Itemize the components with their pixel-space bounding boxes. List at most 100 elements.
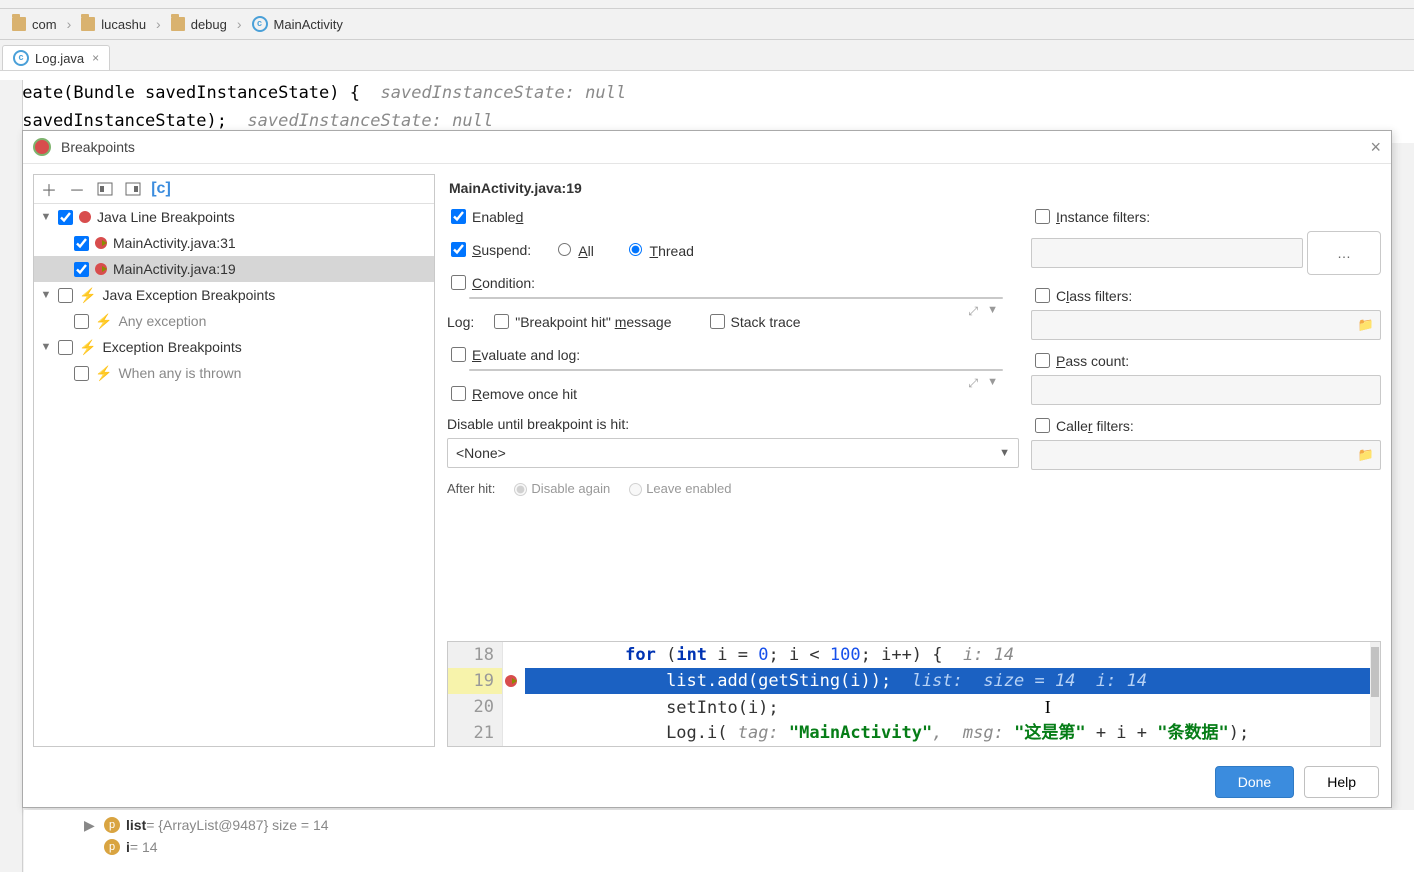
group-by-icon[interactable] — [124, 180, 142, 198]
evaluate-label: Evaluate and log: — [472, 347, 580, 363]
instance-filters-input[interactable] — [1031, 238, 1303, 268]
breakpoint-icon — [79, 211, 91, 223]
breadcrumb-item[interactable]: debug — [163, 9, 235, 39]
expand-icon[interactable]: ⤢ — [968, 304, 978, 319]
disable-until-label: Disable until breakpoint is hit: — [447, 416, 629, 432]
breadcrumb: com › lucashu › debug › cMainActivity — [0, 9, 1414, 40]
class-icon: c — [13, 50, 29, 66]
code-line: setInto(i); I — [525, 694, 1380, 720]
window: com › lucashu › debug › cMainActivity c … — [0, 0, 1414, 872]
condition-input[interactable]: ⤢ ▼ — [469, 297, 1003, 299]
enabled-checkbox[interactable] — [451, 209, 466, 224]
remove-once-checkbox[interactable] — [451, 386, 466, 401]
instance-filters-checkbox[interactable] — [1035, 209, 1050, 224]
expand-icon[interactable]: ⤢ — [968, 376, 978, 391]
suspend-thread-radio[interactable]: Thread — [624, 240, 694, 259]
chevron-right-icon: › — [65, 16, 74, 32]
settings-title: MainActivity.java:19 — [447, 174, 1381, 206]
text-cursor: I — [1045, 697, 1051, 717]
caller-filters-checkbox[interactable] — [1035, 418, 1050, 433]
chevron-down-icon[interactable]: ▼ — [987, 376, 998, 388]
breadcrumb-item[interactable]: lucashu — [73, 9, 154, 39]
line-number: 21 — [448, 720, 503, 746]
tree-category[interactable]: ▼ ⚡ Exception Breakpoints — [34, 334, 434, 360]
tree-category[interactable]: ▼ ⚡ Java Exception Breakpoints — [34, 282, 434, 308]
folder-icon — [12, 17, 26, 31]
caller-filters-input[interactable]: 📁 — [1031, 440, 1381, 470]
scrollbar[interactable] — [1370, 642, 1380, 746]
stack-trace-checkbox[interactable] — [710, 314, 725, 329]
instance-filters-label: Instance filters: — [1056, 209, 1150, 225]
class-icon: c — [252, 16, 268, 32]
breakpoints-dialog: Breakpoints × ＋ － [c] ▼ Java — [22, 130, 1392, 808]
chevron-right-icon[interactable]: ▶ — [84, 817, 96, 834]
category-checkbox[interactable] — [58, 210, 73, 225]
breakpoint-verified-icon — [95, 263, 107, 275]
dialog-footer: Done Help — [23, 757, 1391, 807]
tree-breakpoint-selected[interactable]: MainActivity.java:19 — [34, 256, 434, 282]
remove-icon[interactable]: － — [68, 180, 86, 198]
enabled-label: Enabled — [472, 209, 523, 225]
after-disable-radio[interactable]: Disable again — [509, 480, 610, 496]
chevron-down-icon[interactable]: ▼ — [38, 289, 54, 301]
line-number: 19 — [448, 668, 503, 694]
breakpoint-verified-icon — [95, 237, 107, 249]
help-button[interactable]: Help — [1304, 766, 1379, 798]
exception-icon: ⚡ — [95, 365, 112, 382]
caller-filters-label: Caller filters: — [1056, 418, 1134, 434]
breakpoint-icon[interactable] — [505, 675, 517, 687]
tree-exception[interactable]: ⚡ When any is thrown — [34, 360, 434, 386]
folder-icon[interactable]: 📁 — [1358, 447, 1374, 463]
suspend-all-radio[interactable]: All — [553, 240, 594, 259]
folder-icon — [81, 17, 95, 31]
tree-exception[interactable]: ⚡ Any exception — [34, 308, 434, 334]
tree-category[interactable]: ▼ Java Line Breakpoints — [34, 204, 434, 230]
chevron-down-icon[interactable]: ▼ — [38, 211, 54, 223]
group-by-class-icon[interactable]: [c] — [152, 180, 170, 198]
breadcrumb-item[interactable]: com — [4, 9, 65, 39]
after-leave-radio[interactable]: Leave enabled — [624, 480, 731, 496]
log-message-checkbox[interactable] — [494, 314, 509, 329]
code-line-current: list.add(getSting(i)); list: size = 14 i… — [525, 668, 1380, 694]
exception-icon: ⚡ — [79, 339, 96, 356]
exception-checkbox[interactable] — [74, 314, 89, 329]
folder-icon[interactable]: 📁 — [1358, 317, 1374, 333]
file-tab[interactable]: c Log.java × — [2, 45, 110, 70]
pass-count-checkbox[interactable] — [1035, 353, 1050, 368]
breadcrumb-item[interactable]: cMainActivity — [244, 9, 351, 39]
class-filters-input[interactable]: 📁 — [1031, 310, 1381, 340]
group-by-icon[interactable] — [96, 180, 114, 198]
class-filters-checkbox[interactable] — [1035, 288, 1050, 303]
variables-panel: ▶ p list = {ArrayList@9487} size = 14 p … — [24, 810, 1414, 872]
suspend-label: Suspend: — [472, 242, 531, 258]
exception-checkbox[interactable] — [74, 366, 89, 381]
tab-label: Log.java — [35, 51, 84, 66]
gutter-left — [0, 80, 23, 872]
tree-breakpoint[interactable]: MainActivity.java:31 — [34, 230, 434, 256]
code-preview: 18 for (int i = 0; i < 100; i++) { i: 14… — [447, 641, 1381, 747]
suspend-checkbox[interactable] — [451, 242, 466, 257]
evaluate-input[interactable]: ⤢ ▼ — [469, 369, 1003, 371]
evaluate-checkbox[interactable] — [451, 347, 466, 362]
chevron-down-icon[interactable]: ▼ — [38, 341, 54, 353]
close-icon[interactable]: × — [1370, 137, 1381, 158]
line-number: 18 — [448, 642, 503, 668]
condition-checkbox[interactable] — [451, 275, 466, 290]
done-button[interactable]: Done — [1215, 766, 1294, 798]
chevron-down-icon[interactable]: ▼ — [987, 304, 998, 316]
disable-until-select[interactable]: <None> ▼ — [447, 438, 1019, 468]
pass-count-input[interactable] — [1031, 375, 1381, 405]
category-checkbox[interactable] — [58, 340, 73, 355]
breakpoint-tree[interactable]: ▼ Java Line Breakpoints MainActivity.jav… — [34, 204, 434, 746]
code-line: for (int i = 0; i < 100; i++) { i: 14 — [525, 642, 1380, 668]
more-button[interactable]: … — [1307, 231, 1381, 275]
condition-label: Condition: — [472, 275, 535, 291]
add-icon[interactable]: ＋ — [40, 180, 58, 198]
category-checkbox[interactable] — [58, 288, 73, 303]
chevron-right-icon: › — [154, 16, 163, 32]
variable-row[interactable]: ▶ p list = {ArrayList@9487} size = 14 — [84, 814, 1354, 836]
close-icon[interactable]: × — [92, 51, 99, 65]
breakpoint-checkbox[interactable] — [74, 262, 89, 277]
variable-row[interactable]: p i = 14 — [84, 836, 1354, 858]
breakpoint-checkbox[interactable] — [74, 236, 89, 251]
